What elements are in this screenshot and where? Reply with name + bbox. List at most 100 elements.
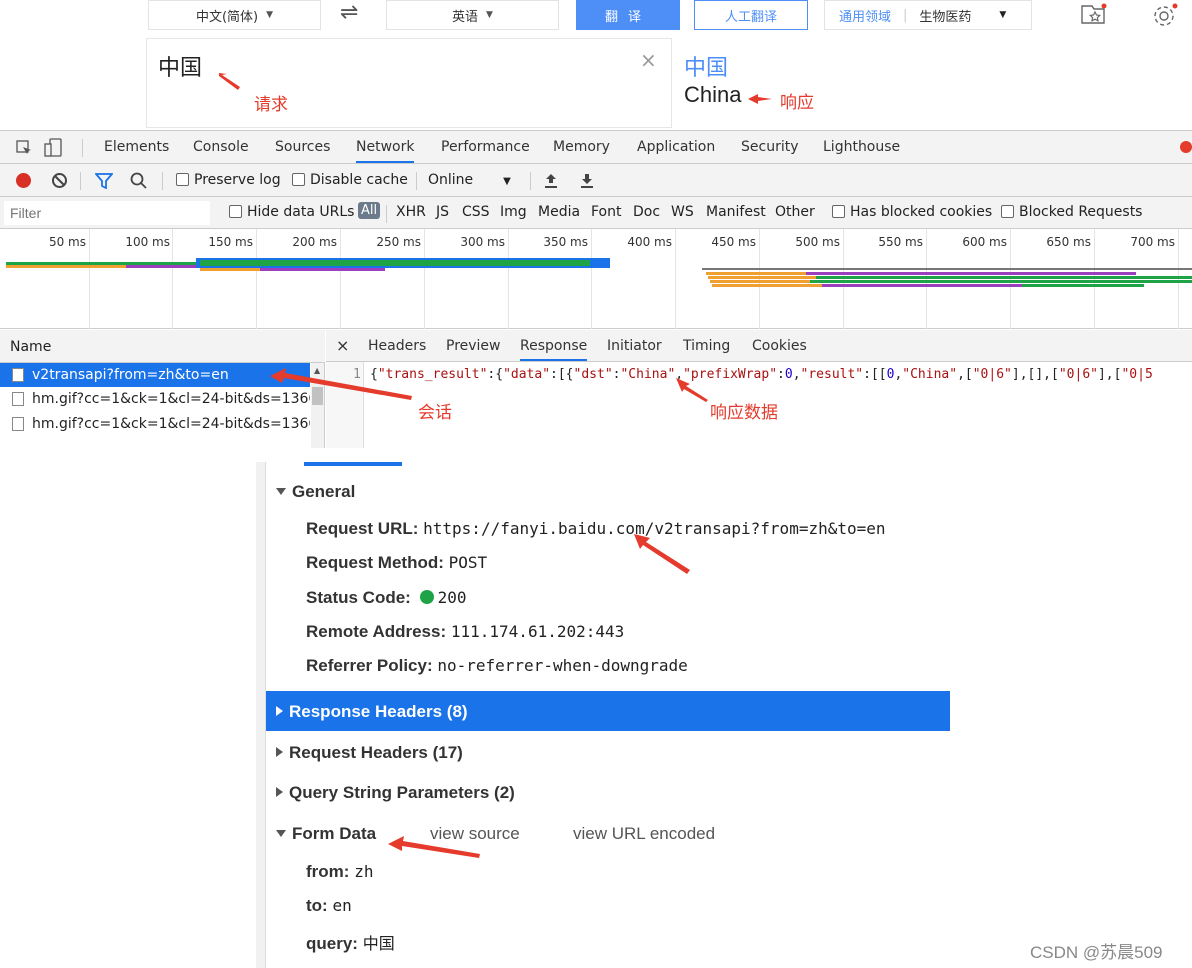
tab-elements[interactable]: Elements xyxy=(104,139,169,155)
form-field-key: to: xyxy=(306,896,328,915)
request-row-selected[interactable]: v2transapi?from=zh&to=en xyxy=(0,363,310,387)
filter-type-font[interactable]: Font xyxy=(591,204,621,220)
search-icon[interactable] xyxy=(130,172,148,190)
tab-response[interactable]: Response xyxy=(520,338,588,361)
filter-type-other[interactable]: Other xyxy=(775,204,815,220)
filter-type-xhr[interactable]: XHR xyxy=(396,204,426,220)
human-translate-button[interactable]: 人工翻译 xyxy=(694,0,808,30)
view-url-encoded-link[interactable]: view URL encoded xyxy=(573,824,715,844)
tab-security[interactable]: Security xyxy=(741,139,799,155)
annotation-arrow xyxy=(388,836,480,858)
filter-type-manifest[interactable]: Manifest xyxy=(706,204,766,220)
tick-label: 450 ms xyxy=(711,235,756,249)
tab-console[interactable]: Console xyxy=(193,139,249,155)
json-string: "0|6" xyxy=(1058,367,1098,382)
form-data-toggle[interactable]: Form Data xyxy=(276,824,376,844)
annotation-response: 响应 xyxy=(780,93,814,113)
form-field-value: 中国 xyxy=(362,934,395,953)
blocked-cookies-checkbox[interactable]: Has blocked cookies xyxy=(832,204,992,220)
hide-data-urls-label: Hide data URLs xyxy=(247,204,355,220)
request-row[interactable]: hm.gif?cc=1&ck=1&cl=24-bit&ds=1366x xyxy=(0,412,310,436)
timeline-bar xyxy=(200,268,260,271)
timeline-bar xyxy=(260,268,385,271)
response-headers-toggle[interactable]: Response Headers (8) xyxy=(276,702,468,722)
panel-scrollbar[interactable] xyxy=(256,462,266,968)
throttling-select[interactable]: Online ▼ xyxy=(428,172,511,188)
general-title: General xyxy=(292,482,356,501)
tick-label: 600 ms xyxy=(962,235,1007,249)
swap-languages-icon[interactable]: ⇌ xyxy=(340,0,358,25)
tab-performance[interactable]: Performance xyxy=(441,139,530,155)
blocked-requests-checkbox[interactable]: Blocked Requests xyxy=(1001,204,1142,220)
filter-type-media[interactable]: Media xyxy=(538,204,580,220)
filter-type-doc[interactable]: Doc xyxy=(633,204,660,220)
filter-funnel-icon[interactable] xyxy=(95,173,113,189)
timeline-bar xyxy=(806,272,1136,275)
output-source-text: 中国 xyxy=(684,56,729,81)
settings-gear-icon[interactable] xyxy=(1152,2,1180,28)
device-toolbar-icon[interactable] xyxy=(44,138,64,158)
filter-type-ws[interactable]: WS xyxy=(671,204,694,220)
tab-headers[interactable]: Headers xyxy=(368,338,426,354)
source-language-select[interactable]: 中文(简体) ▼ xyxy=(148,0,321,30)
inspect-element-icon[interactable] xyxy=(16,140,32,156)
request-method-row: Request Method: POST xyxy=(306,553,487,573)
request-row[interactable]: hm.gif?cc=1&ck=1&cl=24-bit&ds=1366x xyxy=(0,387,310,411)
request-headers-title: Request Headers (17) xyxy=(289,743,463,762)
tab-cookies[interactable]: Cookies xyxy=(752,338,807,354)
error-badge-icon[interactable] xyxy=(1180,141,1192,153)
filter-input[interactable] xyxy=(4,201,210,225)
tab-memory[interactable]: Memory xyxy=(553,139,610,155)
response-body[interactable]: {"trans_result":{"data":[{"dst":"China",… xyxy=(370,367,1192,382)
tab-network[interactable]: Network xyxy=(356,139,415,163)
annotation-response-data: 响应数据 xyxy=(710,403,778,423)
tab-timing[interactable]: Timing xyxy=(683,338,730,354)
filter-type-css[interactable]: CSS xyxy=(462,204,490,220)
divider: | xyxy=(903,7,908,23)
hide-data-urls-checkbox[interactable]: Hide data URLs xyxy=(229,204,354,220)
status-code-label: Status Code: xyxy=(306,588,411,607)
name-column-header[interactable]: Name xyxy=(0,330,325,363)
record-icon[interactable] xyxy=(16,173,31,188)
document-icon xyxy=(12,392,24,406)
tab-preview[interactable]: Preview xyxy=(446,338,501,354)
tick-label: 500 ms xyxy=(795,235,840,249)
filter-type-all[interactable]: All xyxy=(358,202,381,219)
form-data-title: Form Data xyxy=(292,824,377,843)
query-params-toggle[interactable]: Query String Parameters (2) xyxy=(276,783,515,803)
annotation-session: 会话 xyxy=(418,403,452,423)
preserve-log-label: Preserve log xyxy=(194,172,281,188)
tab-initiator[interactable]: Initiator xyxy=(607,338,662,354)
target-language-select[interactable]: 英语 ▼ xyxy=(386,0,559,30)
tab-sources[interactable]: Sources xyxy=(275,139,330,155)
clear-input-icon[interactable]: × xyxy=(640,48,657,72)
preserve-log-checkbox[interactable]: Preserve log xyxy=(176,172,281,188)
timeline-bar xyxy=(708,276,816,279)
filter-type-js[interactable]: JS xyxy=(436,204,449,220)
tab-lighthouse[interactable]: Lighthouse xyxy=(823,139,900,155)
annotation-arrow xyxy=(219,73,240,90)
network-overview-timeline[interactable]: 50 ms 100 ms 150 ms 200 ms 250 ms 300 ms… xyxy=(0,229,1192,329)
domain-select[interactable]: 通用领域 | 生物医药 ▼ xyxy=(824,0,1032,30)
timeline-bar xyxy=(702,268,1192,270)
document-icon xyxy=(12,368,24,382)
form-field-row: to: en xyxy=(306,896,352,916)
clear-icon[interactable] xyxy=(51,172,68,189)
divider xyxy=(530,172,531,190)
timeline-bar xyxy=(822,284,1022,287)
detail-tab-bar: × Headers Preview Response Initiator Tim… xyxy=(326,330,1192,362)
tab-application[interactable]: Application xyxy=(637,139,715,155)
filter-type-img[interactable]: Img xyxy=(500,204,527,220)
referrer-policy-value: no-referrer-when-downgrade xyxy=(437,656,688,675)
request-name: hm.gif?cc=1&ck=1&cl=24-bit&ds=1366x xyxy=(32,416,310,432)
import-har-icon[interactable] xyxy=(544,173,558,189)
request-headers-toggle[interactable]: Request Headers (17) xyxy=(276,743,463,763)
close-detail-icon[interactable]: × xyxy=(336,336,349,355)
export-har-icon[interactable] xyxy=(580,173,594,189)
json-string: "0|5 xyxy=(1121,367,1153,382)
disable-cache-checkbox[interactable]: Disable cache xyxy=(292,172,408,188)
favorites-icon[interactable] xyxy=(1080,2,1108,26)
general-section-toggle[interactable]: General xyxy=(276,482,355,502)
json-punct: , xyxy=(792,367,801,382)
translate-button[interactable]: 翻译 xyxy=(576,0,680,30)
